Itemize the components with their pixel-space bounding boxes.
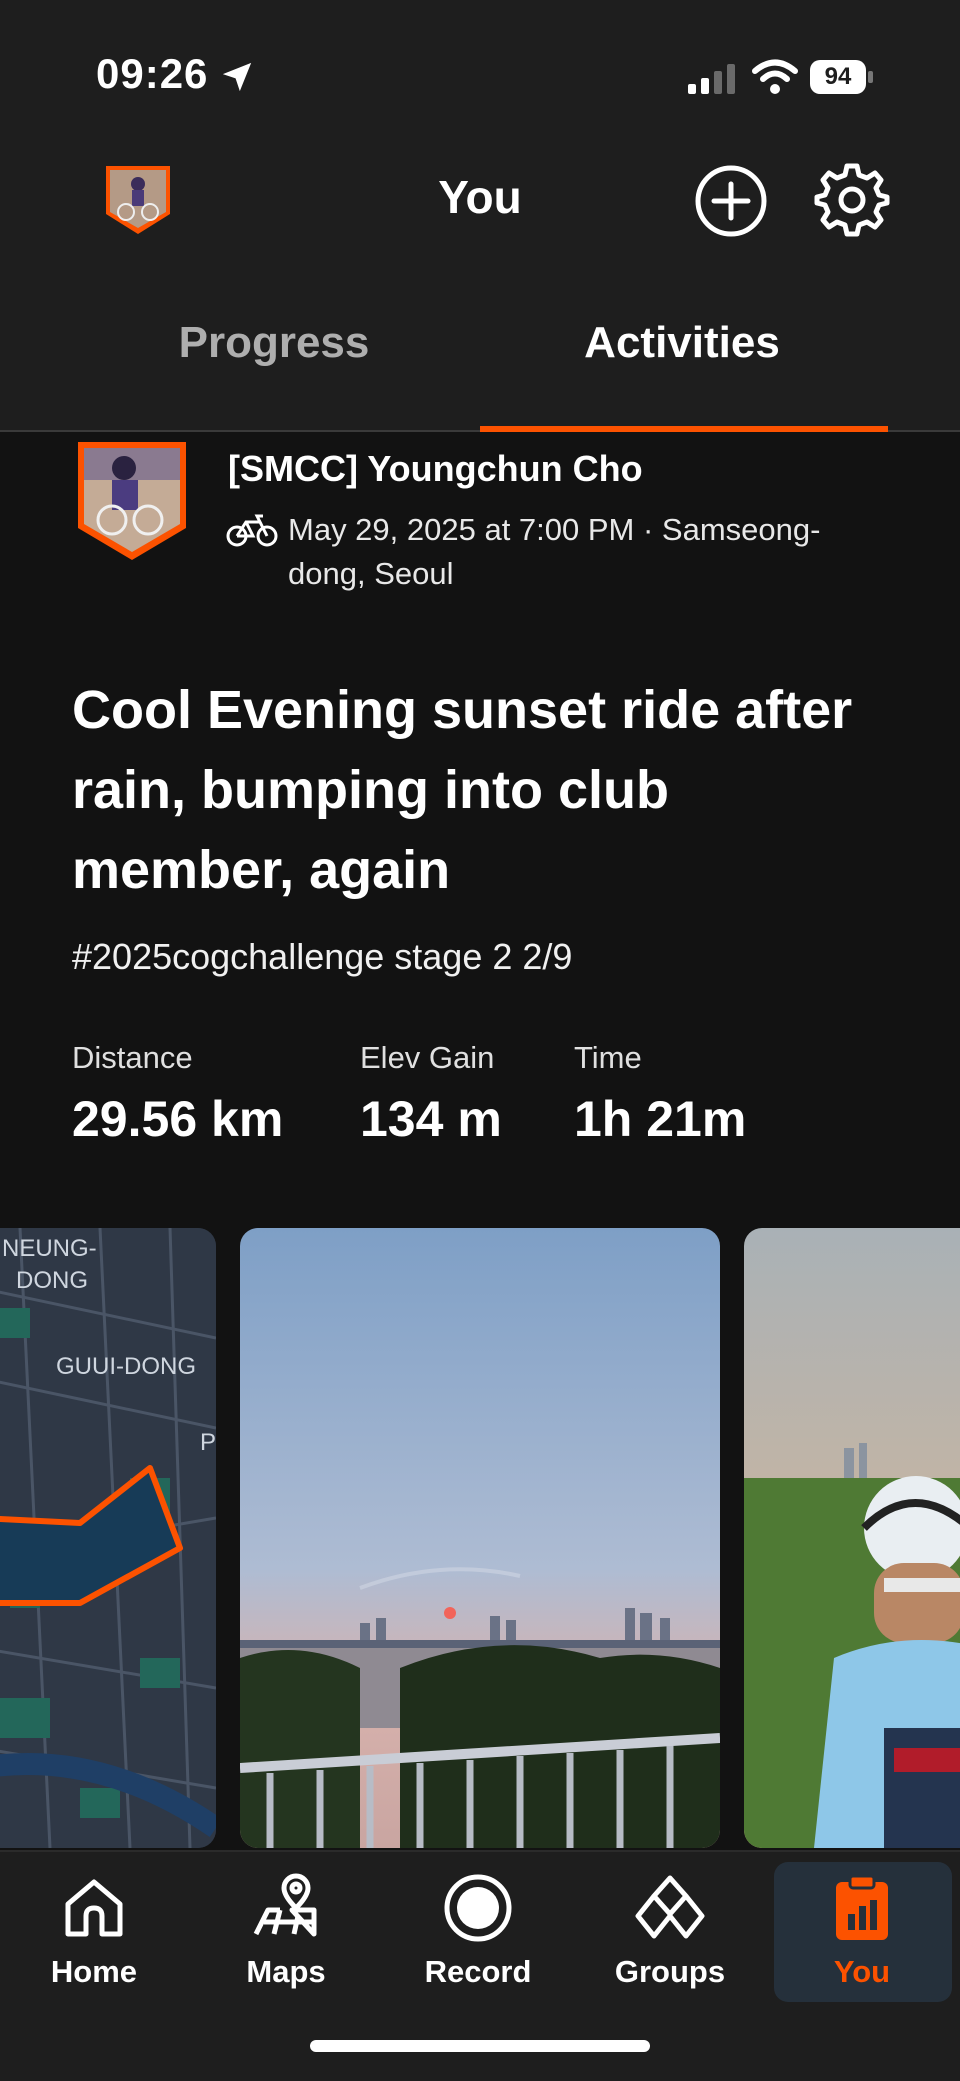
gear-icon[interactable] (814, 162, 890, 238)
selfie-photo-graphic (744, 1228, 960, 1848)
add-icon[interactable] (694, 164, 768, 238)
map-label-p: P (200, 1429, 216, 1456)
stat-value-distance: 29.56 km (72, 1091, 284, 1147)
home-icon (65, 1879, 123, 1937)
nav-home-label: Home (50, 1954, 138, 1989)
location-arrow-icon (222, 62, 252, 92)
athlete-name[interactable]: [SMCC] Youngchun Cho (228, 448, 643, 490)
battery-level: 94 (810, 60, 866, 94)
map-label-dong: DONG (16, 1267, 88, 1294)
wifi-icon (752, 59, 798, 94)
profile-avatar[interactable] (104, 164, 172, 236)
active-tab-indicator (480, 426, 888, 432)
you-icon (836, 1874, 888, 1940)
nav-groups-label: Groups (614, 1954, 726, 1989)
nav-you[interactable]: You (772, 1872, 952, 2012)
athlete-avatar[interactable] (76, 440, 188, 562)
status-time: 09:26 (96, 50, 209, 97)
route-map-graphic: NEUNG- DONG GUUI-DONG P (0, 1228, 216, 1848)
stat-label-time: Time (574, 1040, 642, 1075)
nav-you-label: You (833, 1954, 891, 1989)
record-icon (444, 1874, 512, 1942)
maps-icon (253, 1873, 317, 1937)
bike-icon (226, 514, 278, 547)
battery-indicator: 94 (810, 60, 874, 94)
stat-value-elev-gain: 134 m (360, 1091, 502, 1147)
tab-activities[interactable]: Activities (532, 318, 832, 368)
activity-meta: May 29, 2025 at 7:00 PM · Samseong-dong,… (288, 512, 821, 591)
groups-icon (635, 1875, 705, 1939)
route-map[interactable]: NEUNG- DONG GUUI-DONG P (0, 1228, 216, 1848)
stat-value-time: 1h 21m (574, 1091, 747, 1147)
page-title: You (438, 171, 522, 223)
nav-record[interactable]: Record (388, 1872, 568, 2012)
activity-photo-sunset[interactable] (240, 1228, 720, 1848)
nav-groups[interactable]: Groups (580, 1872, 760, 2012)
cellular-signal-icon (688, 64, 735, 94)
activity-title[interactable]: Cool Evening sunset ride after rain, bum… (72, 670, 902, 910)
nav-record-label: Record (424, 1954, 532, 1989)
map-label-neung-dong: NEUNG- (2, 1235, 97, 1262)
nav-home[interactable]: Home (4, 1872, 184, 2012)
nav-maps-label: Maps (246, 1954, 326, 1989)
home-indicator[interactable] (310, 2040, 650, 2052)
activity-photo-selfie[interactable] (744, 1228, 960, 1848)
stat-label-elev-gain: Elev Gain (360, 1040, 495, 1075)
nav-maps[interactable]: Maps (196, 1872, 376, 2012)
sunset-photo-graphic (240, 1228, 720, 1848)
stat-label-distance: Distance (72, 1040, 193, 1075)
tab-progress[interactable]: Progress (124, 318, 424, 368)
activity-description: #2025cogchallenge stage 2 2/9 (72, 936, 573, 977)
map-label-guui-dong: GUUI-DONG (56, 1353, 196, 1380)
